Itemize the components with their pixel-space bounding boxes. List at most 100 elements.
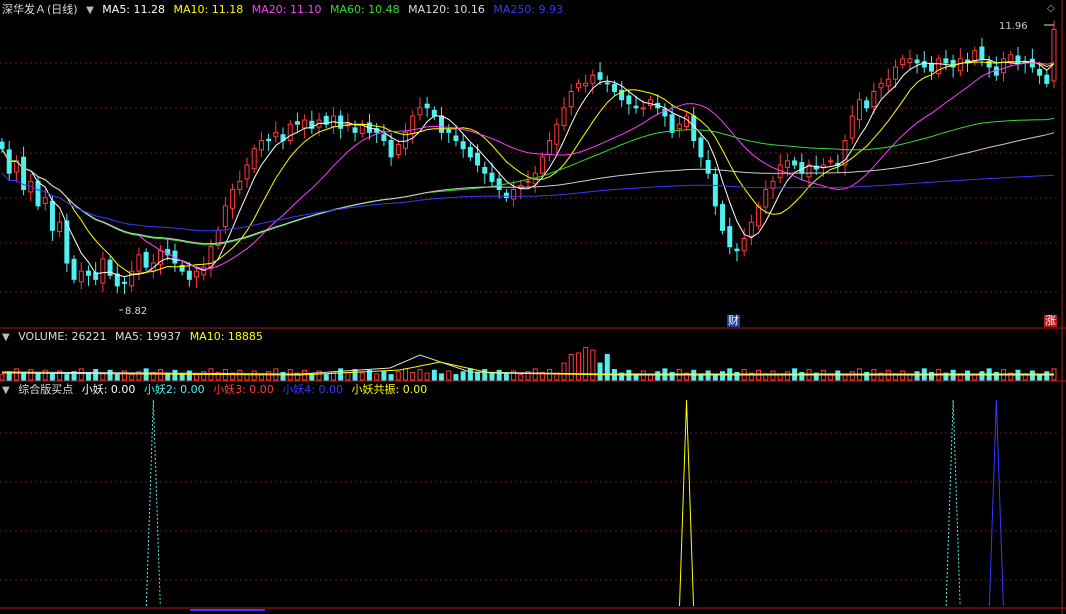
volume-bar — [784, 371, 790, 381]
candle-body — [575, 82, 581, 89]
xiaoyao3-label: 小妖3: 0.00 — [213, 383, 274, 396]
candle-body — [1001, 58, 1007, 74]
volume-bar — [453, 374, 459, 381]
candle-body — [734, 248, 740, 252]
candle-body — [439, 115, 445, 133]
signal-spike — [145, 399, 161, 607]
volume-bar — [338, 368, 344, 381]
candle-body — [748, 221, 754, 237]
volume-bar — [770, 370, 776, 381]
volume-bar — [237, 369, 243, 381]
volume-bar — [575, 352, 581, 381]
volume-bar — [1029, 370, 1035, 381]
volume-bar — [258, 374, 264, 381]
volume-bar — [194, 374, 200, 381]
period-label: (日线) — [47, 3, 78, 16]
candle-body — [467, 146, 473, 158]
candle-body — [417, 107, 423, 116]
volume-bar — [914, 371, 920, 381]
volume-bar — [547, 369, 553, 381]
candle-body — [907, 58, 913, 64]
volume-bar — [35, 372, 41, 381]
candle-body — [597, 72, 603, 80]
candle-body — [237, 180, 243, 190]
candle-body — [878, 82, 884, 89]
candle-body — [539, 156, 545, 174]
candle-body — [892, 66, 898, 80]
candle-body — [698, 137, 704, 158]
candle-body — [100, 258, 106, 284]
candle-body — [957, 58, 963, 72]
candle-body — [611, 84, 617, 93]
candle-body — [424, 103, 430, 109]
candle-body — [186, 270, 192, 280]
signal-spike — [988, 399, 1004, 607]
volume-bar — [374, 373, 380, 381]
volume-bar — [359, 372, 365, 381]
candle-body — [943, 58, 949, 64]
xiaoyao-resonance-label: 小妖共振: 0.00 — [351, 383, 428, 396]
volume-legend-bar: ▼ VOLUME: 26221 MA5: 19937 MA10: 18885 — [2, 329, 268, 345]
volume-bar — [186, 370, 192, 381]
volume-bar — [835, 370, 841, 381]
candle-body — [590, 74, 596, 84]
ma20-label: MA20: 11.10 — [251, 3, 322, 16]
candle-body — [381, 134, 387, 142]
volume-bar — [172, 369, 178, 381]
ma60-label: MA60: 10.48 — [329, 3, 400, 16]
volume-bar — [266, 371, 272, 381]
finance-tag[interactable]: 财 — [727, 315, 740, 327]
candle-body — [784, 160, 790, 168]
volume-bar — [568, 353, 574, 381]
candle-body — [273, 131, 279, 138]
diamond-icon[interactable]: ◇ — [1046, 3, 1056, 15]
volume-bar — [0, 374, 5, 381]
volume-bar — [467, 368, 473, 381]
candle-body — [294, 121, 300, 125]
volume-bar — [597, 362, 603, 381]
volume-bar — [1044, 371, 1050, 381]
volume-bar — [590, 349, 596, 381]
volume-bar — [424, 372, 430, 381]
candle-body — [42, 197, 48, 204]
candle-body — [669, 114, 675, 133]
volume-bar — [114, 373, 120, 381]
candle-body — [640, 107, 646, 110]
volume-bar — [503, 373, 509, 381]
candle-body — [244, 164, 250, 180]
volume-bar — [489, 372, 495, 381]
legend-dropdown-icon[interactable]: ▼ — [86, 5, 94, 16]
candle-body — [71, 258, 77, 280]
volume-bar — [518, 374, 524, 381]
candle-body — [792, 160, 798, 166]
volume-bar — [849, 371, 855, 381]
limit-up-tag[interactable]: 涨 — [1044, 315, 1057, 327]
volume-bar — [604, 353, 610, 381]
candle-body — [287, 123, 293, 141]
candle-body — [230, 189, 236, 209]
volume-bar — [64, 374, 70, 381]
volume-ma5-label: MA5: 19937 — [114, 330, 182, 343]
volume-dropdown-icon[interactable]: ▼ — [2, 332, 10, 343]
volume-bar — [42, 369, 48, 381]
candle-body — [352, 127, 358, 133]
candle-body — [828, 160, 834, 163]
candle-body — [251, 148, 257, 170]
candle-body — [604, 82, 610, 85]
candle-body — [222, 205, 228, 228]
candle-body — [633, 105, 639, 109]
candle-body — [395, 144, 401, 155]
candle-body — [258, 140, 264, 151]
candle-body — [684, 115, 690, 128]
candle-body — [720, 204, 726, 231]
candle-body — [561, 107, 567, 126]
volume-bar — [720, 371, 726, 381]
signal-spike — [679, 399, 695, 607]
volume-bar — [107, 369, 113, 381]
candle-body — [705, 160, 711, 174]
indicator-name: 综合版买点 — [18, 383, 74, 396]
ma5-label: MA5: 11.28 — [102, 3, 166, 16]
candle-body — [57, 221, 63, 233]
candle-body — [496, 178, 502, 190]
indicator-dropdown-icon[interactable]: ▼ — [2, 385, 10, 396]
